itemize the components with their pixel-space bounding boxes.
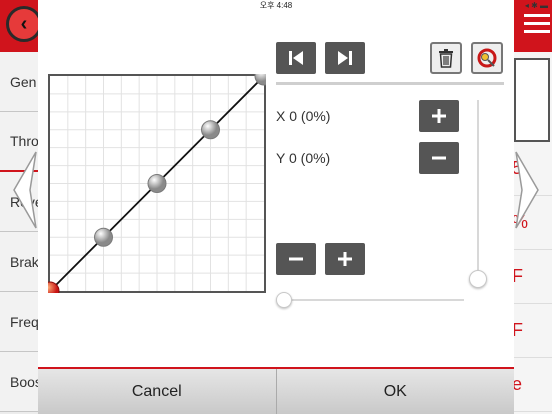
divider	[276, 82, 504, 85]
x-coordinate-label: X 0 (0%)	[276, 108, 331, 124]
first-point-button[interactable]	[276, 42, 316, 74]
horizontal-slider-track[interactable]	[284, 299, 464, 301]
chevron-left-icon[interactable]	[12, 150, 38, 230]
horizontal-slider-thumb[interactable]	[276, 292, 292, 308]
reset-curve-button[interactable]	[471, 42, 503, 74]
preview-box	[514, 58, 550, 142]
value-item: e	[512, 358, 552, 412]
dialog-footer: Cancel OK	[38, 369, 514, 414]
status-time: 오후 4:48	[259, 1, 293, 10]
plus-icon	[432, 109, 446, 123]
vertical-slider-thumb[interactable]	[469, 270, 487, 288]
plus-icon	[338, 252, 352, 266]
add-point-button[interactable]	[419, 100, 459, 132]
minus-icon	[289, 257, 303, 261]
chevron-right-icon[interactable]	[514, 150, 540, 230]
vertical-slider-track[interactable]	[477, 100, 479, 278]
y-coordinate-label: Y 0 (0%)	[276, 150, 331, 166]
value-item: F	[512, 250, 552, 304]
remove-point-button[interactable]	[419, 142, 459, 174]
skip-end-icon	[338, 51, 352, 65]
value-item: F	[512, 304, 552, 358]
curve-point[interactable]	[201, 120, 220, 140]
skip-start-icon	[289, 51, 303, 65]
last-point-button[interactable]	[325, 42, 365, 74]
minus-icon	[432, 156, 446, 160]
curve-graph[interactable]	[48, 74, 266, 293]
increase-button[interactable]	[325, 243, 365, 275]
decrease-button[interactable]	[276, 243, 316, 275]
trash-icon	[439, 49, 453, 68]
status-icons: ◂ ✱ ▬	[524, 1, 548, 10]
reset-icon	[477, 48, 497, 68]
curve-point[interactable]	[147, 174, 167, 193]
delete-button[interactable]	[430, 42, 462, 74]
ok-button[interactable]: OK	[276, 369, 514, 414]
value-column: 5 % F F e	[512, 52, 552, 414]
cancel-button[interactable]: Cancel	[38, 369, 277, 414]
curve-point[interactable]	[94, 227, 113, 247]
